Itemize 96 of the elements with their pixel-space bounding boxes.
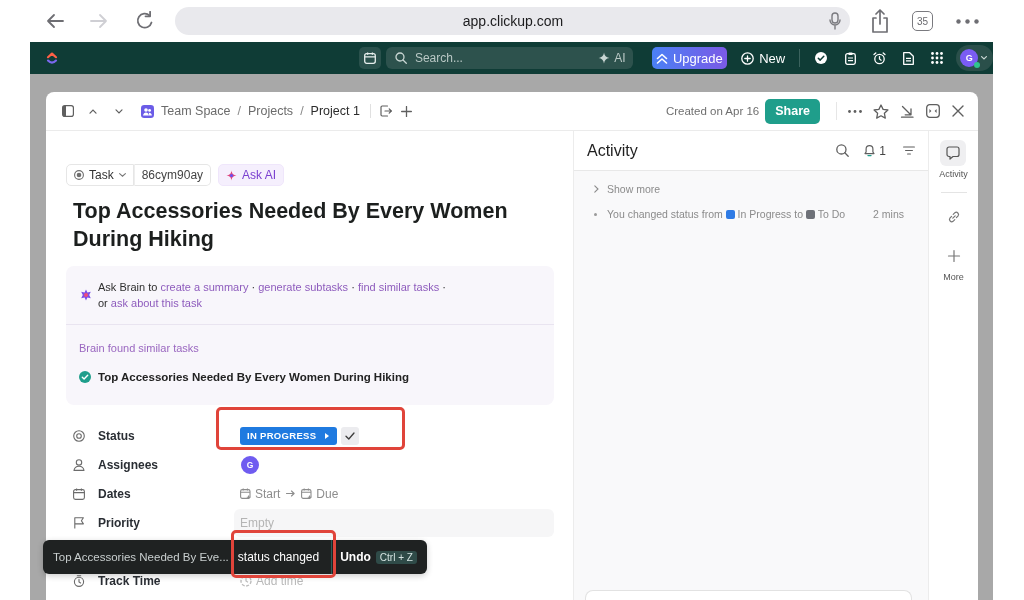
brain-action-link[interactable]: ask about this task (110, 297, 202, 309)
apps-grid-icon[interactable] (931, 52, 944, 64)
people-icon (141, 104, 154, 118)
reload-icon[interactable] (135, 11, 155, 31)
brain-action-link[interactable]: find similar tasks (357, 281, 440, 293)
property-label: Status (98, 428, 136, 443)
target-icon (73, 429, 85, 442)
search-field[interactable]: Search... AI (385, 47, 633, 69)
notifications-button[interactable]: 1 (864, 143, 886, 158)
brain-prompt: Ask Brain to create a summary · generate subtasks · find similar tasks · or ask about this task (98, 280, 446, 311)
close-icon[interactable] (952, 105, 964, 117)
new-button[interactable]: New (741, 50, 786, 66)
logo-icon[interactable] (46, 51, 58, 65)
arrow-to-line-icon[interactable] (900, 104, 914, 118)
sparkle-icon (598, 52, 611, 64)
panel-title: Activity (587, 141, 638, 160)
plus-icon[interactable] (400, 105, 412, 117)
calendar-icon (363, 52, 376, 64)
due-date-button[interactable]: Due (301, 486, 339, 501)
created-date: Created on Apr 16 (665, 105, 760, 117)
address-field[interactable]: app.clickup.com (175, 7, 850, 35)
chevron-down-icon (118, 173, 126, 177)
document-icon[interactable] (903, 51, 915, 65)
chevron-right-icon (594, 185, 599, 193)
similar-tasks-heading: Brain found similar tasks (79, 341, 200, 356)
task-type-button[interactable]: Task (66, 164, 134, 186)
microphone-icon[interactable] (829, 12, 841, 30)
upgrade-button[interactable]: Upgrade (651, 47, 728, 69)
share-button[interactable]: Share (765, 98, 820, 124)
brain-action-link[interactable]: create a summary (160, 281, 249, 293)
property-label: Assignees (98, 457, 160, 472)
bullet-dot-icon (594, 212, 597, 216)
sidebar-toggle-icon[interactable] (62, 105, 74, 117)
back-arrow-icon[interactable] (46, 13, 64, 29)
ai-button[interactable]: AI (598, 51, 626, 65)
start-date-button[interactable]: Start (240, 486, 281, 501)
toast-message: status changed (237, 550, 320, 564)
breadcrumb-separator: / (300, 104, 304, 118)
breadcrumb-separator: / (237, 104, 241, 118)
more-icon[interactable] (956, 18, 979, 24)
calendar-plus-icon (301, 488, 313, 499)
breadcrumb-link[interactable]: Projects (247, 104, 294, 118)
filter-icon[interactable] (903, 146, 915, 155)
comment-field[interactable] (585, 590, 912, 600)
plus-circle-icon (741, 51, 755, 65)
clipboard-icon[interactable] (845, 51, 857, 65)
show-more-button[interactable]: Show more (594, 182, 661, 196)
bell-icon (864, 144, 876, 157)
search-icon (394, 52, 407, 64)
chevron-down-icon[interactable] (115, 108, 123, 114)
tab-count-button[interactable]: 35 (912, 11, 933, 31)
complete-button[interactable] (341, 426, 359, 445)
radio-dot-icon (74, 170, 84, 180)
ask-ai-button[interactable]: Ask AI (218, 164, 285, 186)
person-icon (73, 458, 85, 471)
more-tab[interactable]: More (940, 243, 967, 283)
task-title: Top Accessories Needed By Every Women During Hiking (73, 198, 509, 253)
property-label: Track Time (98, 573, 162, 588)
check-circle-icon (79, 371, 91, 383)
star-icon[interactable] (873, 103, 889, 119)
status-button[interactable]: IN PROGRESS (240, 426, 337, 445)
calendar-icon (73, 487, 85, 500)
assignee-avatar[interactable]: G (241, 455, 259, 474)
property-label: Dates (98, 486, 132, 501)
undo-button[interactable]: Undo (340, 550, 371, 564)
toast-task-name: Top Accessories Needed By Eve... (53, 551, 229, 563)
brain-action-link[interactable]: generate subtasks (258, 281, 349, 293)
chevron-down-icon (981, 56, 988, 60)
chevron-up-icon[interactable] (89, 108, 97, 114)
keyboard-shortcut: Ctrl + Z (375, 550, 417, 564)
brain-sparkle-icon (80, 289, 92, 301)
search-icon[interactable] (836, 144, 850, 157)
activity-tab[interactable]: Activity (939, 140, 968, 180)
task-id: 86cym90ay (133, 164, 212, 186)
more-icon[interactable] (848, 109, 862, 113)
similar-task-link[interactable]: Top Accessories Needed By Every Women During Hiking (98, 369, 409, 385)
sparkle-icon (226, 169, 238, 181)
arrow-right-icon (286, 490, 296, 497)
panel-toggle-icon[interactable] (926, 104, 940, 118)
calendar-plus-icon (240, 488, 251, 499)
check-icon (345, 431, 355, 440)
breadcrumb-link[interactable]: Project 1 (310, 104, 360, 118)
activity-event-text: You changed status from In Progress to To Do (607, 208, 847, 220)
calendar-button[interactable] (359, 47, 381, 69)
property-label: Priority (98, 515, 141, 530)
upgrade-icon (655, 51, 668, 65)
exit-icon[interactable] (379, 105, 392, 117)
check-circle-icon[interactable] (815, 52, 828, 64)
share-icon[interactable] (870, 9, 890, 33)
breadcrumb-link[interactable]: Team Space (161, 104, 231, 118)
stopwatch-icon (73, 574, 85, 587)
account-menu-button[interactable]: G (956, 45, 993, 71)
activity-time: 2 mins (873, 208, 904, 220)
flag-icon (73, 516, 85, 529)
caret-right-icon (325, 432, 329, 439)
alarm-clock-icon[interactable] (873, 51, 887, 65)
